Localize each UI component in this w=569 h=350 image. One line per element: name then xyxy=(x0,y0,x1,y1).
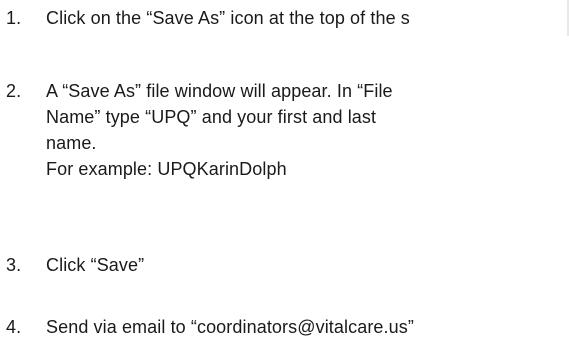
step-2-line-1: A “Save As” file window will appear. In … xyxy=(46,81,393,101)
step-4-line-1: Send via email to “coordinators@vitalcar… xyxy=(46,317,414,337)
step-3-line-1: Click “Save” xyxy=(46,255,145,275)
step-1-line-1: Click on the “Save As” icon at the top o… xyxy=(46,8,410,28)
step-1-clip: 1. Click on the “Save As” icon at the to… xyxy=(0,0,522,34)
step-3-number: 3. xyxy=(6,255,22,275)
step-2-line-3: name. xyxy=(46,133,97,153)
step-1-text: Click on the “Save As” icon at the top o… xyxy=(46,5,522,31)
step-4-number: 4. xyxy=(6,317,22,337)
instructions-document: 1. Click on the “Save As” icon at the to… xyxy=(0,0,569,350)
step-4-text: Send via email to “coordinators@vitalcar… xyxy=(46,314,561,340)
step-2-line-4: For example: UPQKarinDolph xyxy=(46,159,287,179)
step-1-number: 1. xyxy=(6,8,22,28)
step-2-text: A “Save As” file window will appear. In … xyxy=(46,78,561,182)
step-2-line-2: Name” type “UPQ” and your first and last xyxy=(46,107,377,127)
step-3-text: Click “Save” xyxy=(46,252,561,278)
step-2-number: 2. xyxy=(6,81,22,101)
